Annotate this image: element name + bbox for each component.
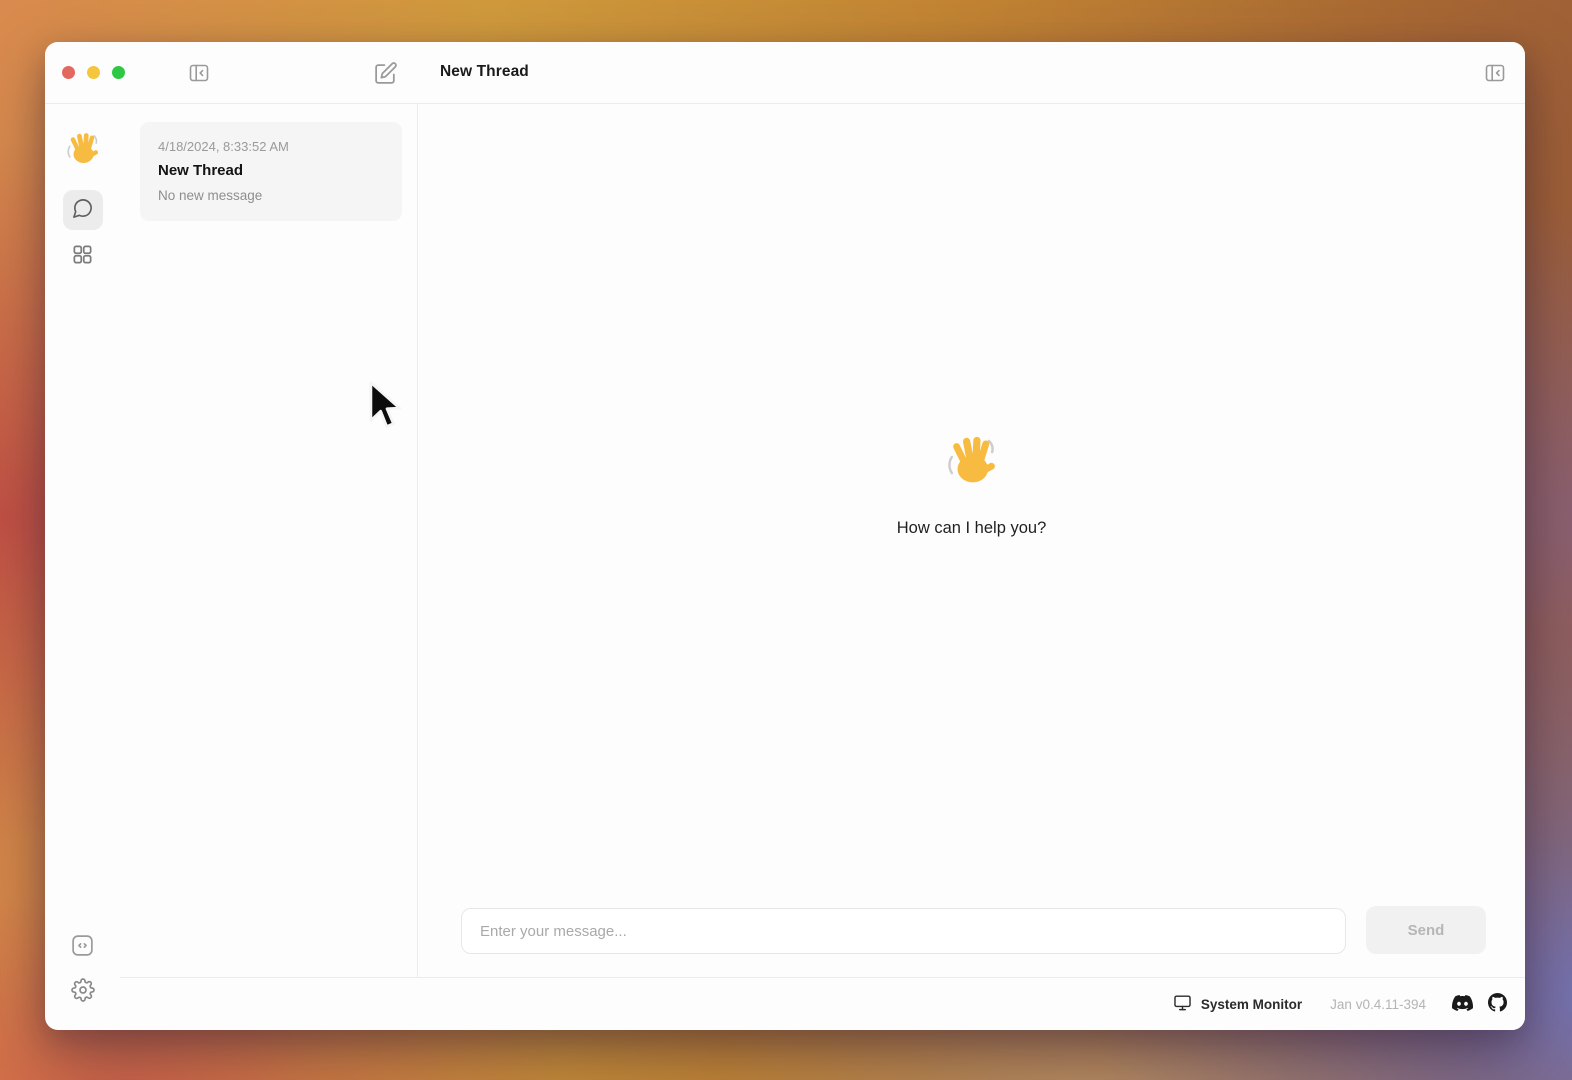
rail-tab-hub[interactable]: [65, 238, 101, 274]
gear-icon: [71, 978, 95, 1005]
send-button[interactable]: Send: [1366, 906, 1486, 954]
app-version: Jan v0.4.11-394: [1330, 997, 1426, 1012]
status-bar: System Monitor Jan v0.4.11-394: [120, 977, 1525, 1030]
message-input[interactable]: [461, 908, 1346, 954]
monitor-icon: [1173, 993, 1192, 1015]
titlebar: New Thread: [45, 42, 1525, 104]
discord-link[interactable]: [1452, 995, 1473, 1014]
waving-hand-emoji: [64, 130, 102, 173]
code-icon: [70, 933, 95, 961]
icon-rail: [45, 104, 120, 1030]
thread-timestamp: 4/18/2024, 8:33:52 AM: [158, 139, 384, 154]
chat-bubble-icon: [71, 197, 94, 223]
rail-tab-local-api[interactable]: [66, 930, 100, 964]
close-window-button[interactable]: [62, 66, 75, 79]
thread-list-panel: 4/18/2024, 8:33:52 AM New Thread No new …: [120, 104, 417, 977]
grid-icon: [71, 243, 94, 269]
new-thread-button[interactable]: [371, 59, 399, 87]
thread-subtitle: No new message: [158, 188, 384, 203]
system-monitor-button[interactable]: System Monitor: [1173, 993, 1302, 1015]
rail-tab-settings[interactable]: [65, 973, 101, 1009]
discord-icon: [1452, 995, 1473, 1014]
github-link[interactable]: [1488, 993, 1507, 1015]
chat-area: How can I help you? Send: [418, 104, 1525, 977]
window-controls: [62, 66, 125, 79]
system-monitor-label: System Monitor: [1201, 997, 1302, 1012]
zoom-window-button[interactable]: [112, 66, 125, 79]
rail-tab-threads[interactable]: [63, 190, 103, 230]
compose-icon: [373, 61, 398, 86]
collapse-left-panel-button[interactable]: [186, 60, 212, 86]
minimize-window-button[interactable]: [87, 66, 100, 79]
thread-title: New Thread: [158, 162, 384, 179]
empty-state-greeting: How can I help you?: [418, 432, 1525, 538]
greeting-text: How can I help you?: [897, 519, 1047, 538]
thread-list-item[interactable]: 4/18/2024, 8:33:52 AM New Thread No new …: [140, 122, 402, 221]
panel-collapse-right-icon: [1483, 61, 1507, 85]
github-icon: [1488, 993, 1507, 1015]
page-title: New Thread: [440, 63, 529, 81]
panel-collapse-left-icon: [187, 61, 211, 85]
app-window: New Thread: [45, 42, 1525, 1030]
waving-hand-emoji: [943, 432, 1001, 495]
collapse-right-panel-button[interactable]: [1482, 60, 1508, 86]
